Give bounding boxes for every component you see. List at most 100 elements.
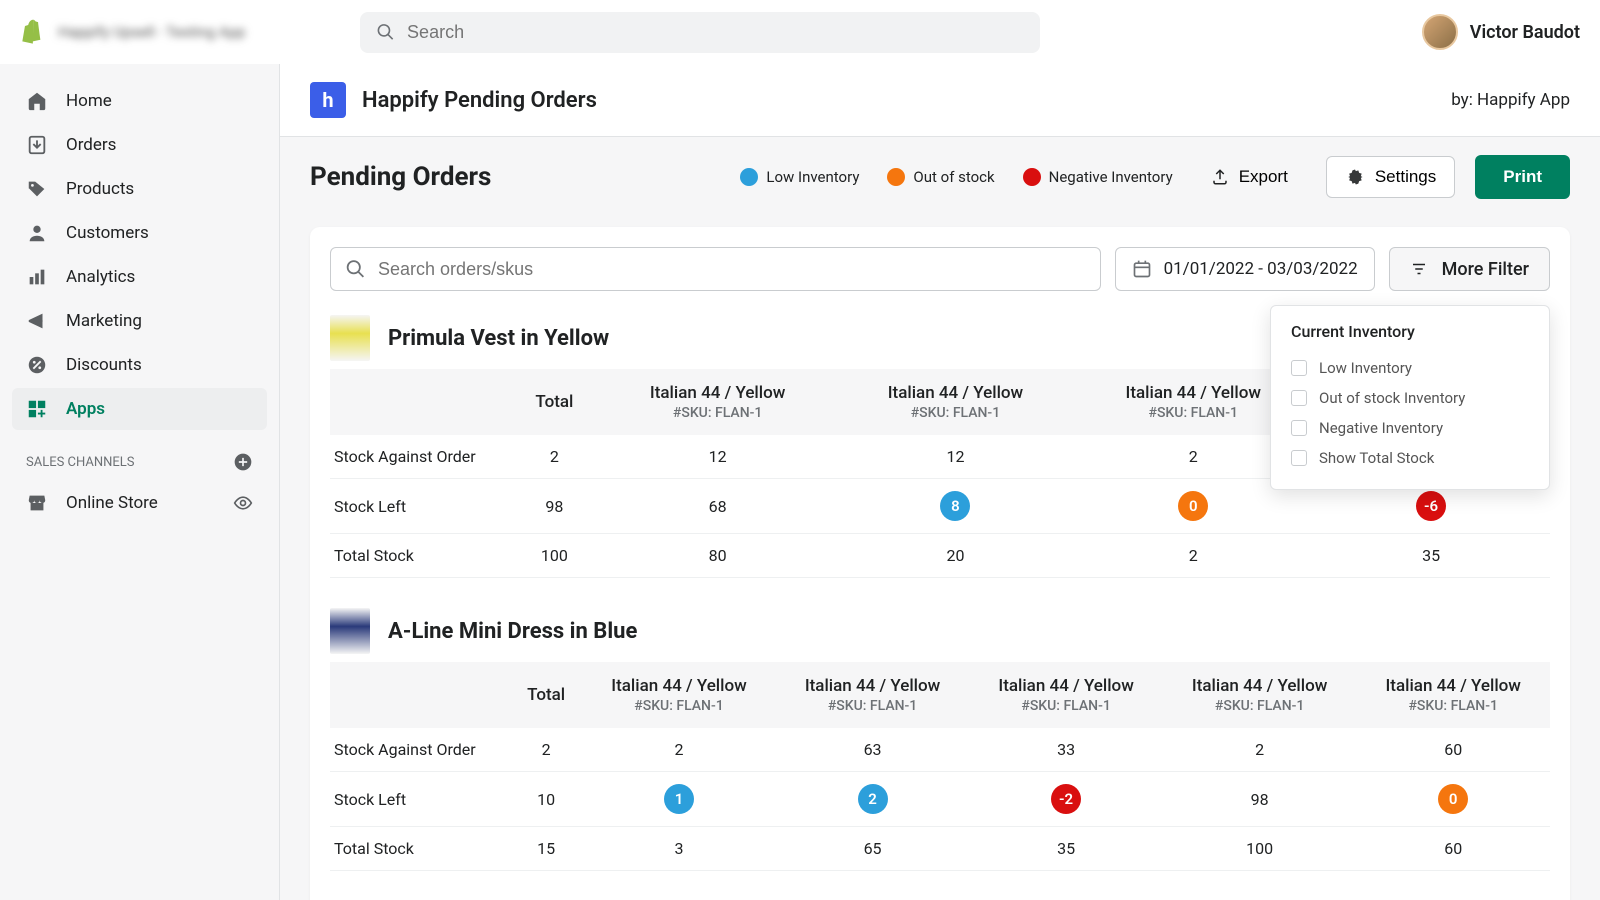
table-row: Total Stock1008020235 [330, 534, 1550, 578]
col-variant: Italian 44 / Yellow#SKU: FLAN-1 [969, 662, 1163, 728]
checkbox-icon [1291, 360, 1307, 376]
col-variant: Italian 44 / Yellow#SKU: FLAN-1 [599, 369, 837, 435]
status-pill: 0 [1438, 784, 1468, 814]
sidebar-item-products[interactable]: Products [12, 168, 267, 210]
status-pill: 2 [858, 784, 888, 814]
sidebar: Home Orders Products Customers Analytics Mark… [0, 64, 280, 900]
app-title: Happify Pending Orders [362, 88, 597, 113]
sidebar-item-discounts[interactable]: Discounts [12, 344, 267, 386]
legend-low: Low Inventory [740, 168, 859, 186]
col-variant: Italian 44 / Yellow#SKU: FLAN-1 [776, 662, 970, 728]
table-row: Stock Left1012-2980 [330, 772, 1550, 827]
status-pill: -2 [1051, 784, 1081, 814]
product-thumbnail [330, 608, 370, 654]
product-name: A-Line Mini Dress in Blue [388, 619, 637, 644]
table-row: Total Stock153653510060 [330, 827, 1550, 871]
col-variant: Italian 44 / Yellow#SKU: FLAN-1 [1163, 662, 1357, 728]
dot-low-icon [740, 168, 758, 186]
sidebar-item-customers[interactable]: Customers [12, 212, 267, 254]
filter-option[interactable]: Show Total Stock [1291, 443, 1529, 473]
channel-label: Online Store [66, 493, 158, 513]
filter-dropdown-title: Current Inventory [1291, 322, 1529, 341]
legend-out: Out of stock [887, 168, 994, 186]
status-pill: -6 [1416, 491, 1446, 521]
search-orders-input[interactable] [378, 259, 1086, 280]
sidebar-item-home[interactable]: Home [12, 80, 267, 122]
status-pill: 1 [664, 784, 694, 814]
global-search-wrap [360, 12, 1040, 53]
app-badge: h [310, 82, 346, 118]
home-icon [26, 90, 48, 112]
sidebar-item-marketing[interactable]: Marketing [12, 300, 267, 342]
filter-row: 01/01/2022 - 03/03/2022 More Filter [330, 247, 1550, 291]
nav-label: Discounts [66, 355, 142, 375]
checkbox-icon [1291, 390, 1307, 406]
settings-button[interactable]: Settings [1326, 156, 1455, 198]
filter-option[interactable]: Low Inventory [1291, 353, 1529, 383]
col-variant: Italian 44 / Yellow#SKU: FLAN-1 [837, 369, 1075, 435]
product-block: A-Line Mini Dress in BlueTotalItalian 44… [330, 608, 1550, 871]
search-orders[interactable] [330, 247, 1101, 291]
calendar-icon [1132, 259, 1152, 279]
user-area[interactable]: Victor Baudot [1422, 14, 1580, 50]
apps-icon [26, 398, 48, 420]
eye-icon[interactable] [233, 493, 253, 513]
col-total: Total [510, 369, 599, 435]
global-search-input[interactable] [407, 22, 1024, 43]
search-icon [376, 22, 395, 42]
export-icon [1211, 168, 1229, 186]
status-pill: 8 [940, 491, 970, 521]
table-row: Stock Against Order226333260 [330, 728, 1550, 772]
discounts-icon [26, 354, 48, 376]
filter-option[interactable]: Negative Inventory [1291, 413, 1529, 443]
channel-list: Online Store [12, 482, 267, 524]
products-icon [26, 178, 48, 200]
sidebar-item-orders[interactable]: Orders [12, 124, 267, 166]
nav-label: Analytics [66, 267, 135, 287]
nav-label: Products [66, 179, 134, 199]
date-range-picker[interactable]: 01/01/2022 - 03/03/2022 [1115, 247, 1375, 291]
main: h Happify Pending Orders by: Happify App… [280, 64, 1600, 900]
sales-channels-header: SALES CHANNELS [12, 432, 267, 482]
channel-item-online-store[interactable]: Online Store [12, 482, 267, 524]
gear-icon [1345, 167, 1365, 187]
app-byline: by: Happify App [1451, 90, 1570, 110]
legend: Low Inventory Out of stock Negative Inve… [740, 168, 1172, 186]
date-range-value: 01/01/2022 - 03/03/2022 [1164, 259, 1358, 279]
marketing-icon [26, 310, 48, 332]
nav-list: Home Orders Products Customers Analytics Mark… [12, 80, 267, 430]
print-button[interactable]: Print [1475, 155, 1570, 199]
customers-icon [26, 222, 48, 244]
filter-icon [1410, 260, 1428, 278]
analytics-icon [26, 266, 48, 288]
page-title: Pending Orders [310, 162, 491, 192]
col-variant: Italian 44 / Yellow#SKU: FLAN-1 [582, 662, 776, 728]
checkbox-icon [1291, 420, 1307, 436]
product-thumbnail [330, 315, 370, 361]
sidebar-item-apps[interactable]: Apps [12, 388, 267, 430]
nav-label: Apps [66, 399, 105, 419]
search-icon [345, 258, 366, 280]
nav-label: Marketing [66, 311, 142, 331]
filter-option[interactable]: Out of stock Inventory [1291, 383, 1529, 413]
product-head: A-Line Mini Dress in Blue [330, 608, 1550, 654]
plus-circle-icon[interactable] [233, 452, 253, 472]
export-button[interactable]: Export [1193, 157, 1306, 197]
sidebar-item-analytics[interactable]: Analytics [12, 256, 267, 298]
dot-neg-icon [1023, 168, 1041, 186]
filter-dropdown: Current Inventory Low InventoryOut of st… [1270, 305, 1550, 490]
global-search[interactable] [360, 12, 1040, 53]
logo-area: Happify Upsell - Testing App [20, 18, 340, 46]
section-label: SALES CHANNELS [26, 455, 135, 470]
orders-card: 01/01/2022 - 03/03/2022 More Filter Curr… [310, 227, 1570, 900]
checkbox-icon [1291, 450, 1307, 466]
store-name: Happify Upsell - Testing App [58, 23, 245, 41]
status-pill: 0 [1178, 491, 1208, 521]
nav-label: Home [66, 91, 112, 111]
user-name: Victor Baudot [1470, 22, 1580, 43]
col-variant: Italian 44 / Yellow#SKU: FLAN-1 [1356, 662, 1550, 728]
orders-icon [26, 134, 48, 156]
nav-label: Customers [66, 223, 149, 243]
store-icon [26, 492, 48, 514]
more-filter-button[interactable]: More Filter [1389, 247, 1550, 291]
